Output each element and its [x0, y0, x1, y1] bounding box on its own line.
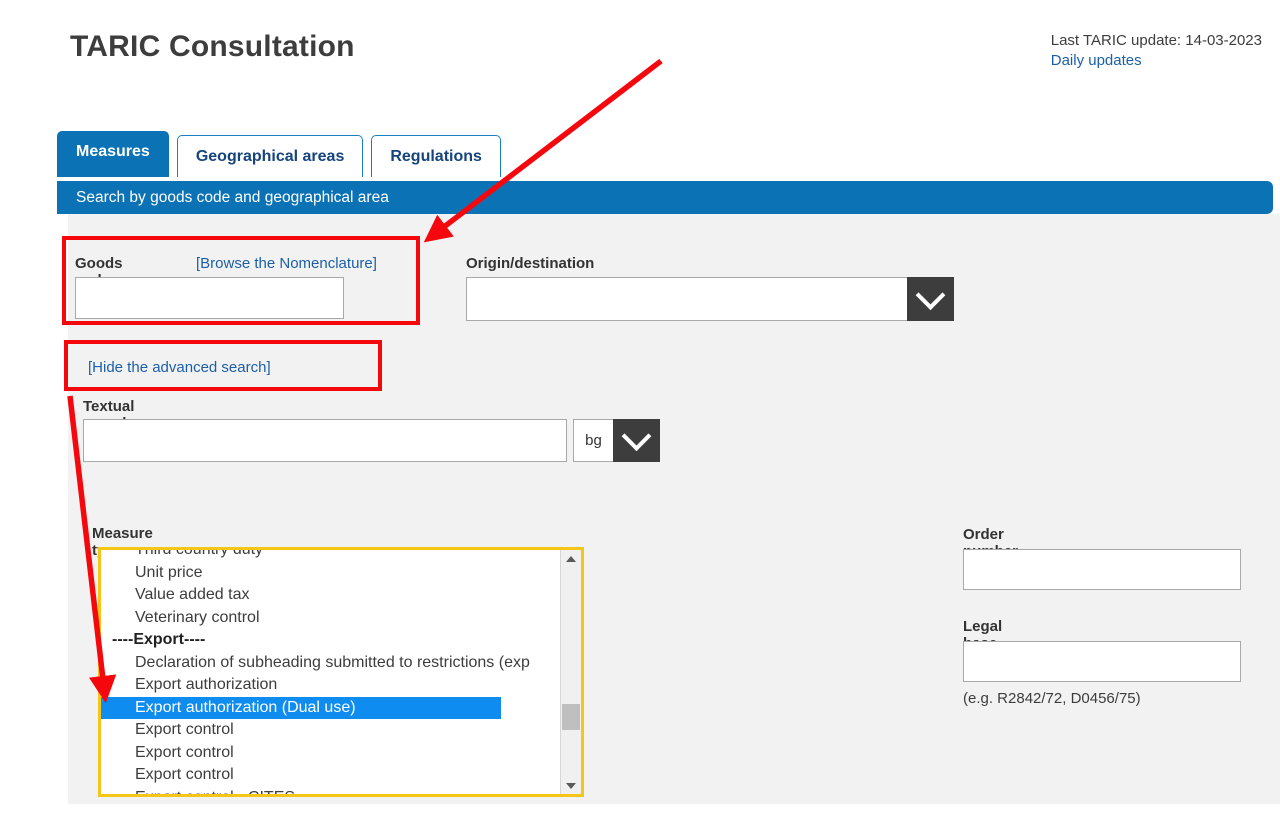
triangle-up-icon[interactable] — [561, 550, 581, 567]
measure-type-option[interactable]: Export control - CITES — [101, 787, 560, 795]
measure-type-option-list: Third country duty Unit price Value added … — [101, 550, 560, 795]
origin-destination-input[interactable] — [466, 277, 907, 321]
measure-type-option[interactable]: Declaration of subheading submitted to r… — [101, 652, 560, 675]
legal-base-hint: (e.g. R2842/72, D0456/75) — [963, 690, 1141, 707]
origin-destination-label: Origin/destination — [466, 255, 595, 272]
search-form-panel: Goods code [Browse the Nomenclature] Ori… — [68, 214, 1280, 804]
measure-type-option[interactable]: Export control — [101, 764, 560, 787]
hide-advanced-search-link[interactable]: [Hide the advanced search] — [88, 359, 271, 376]
daily-updates-link[interactable]: Daily updates — [1051, 51, 1262, 71]
textual-search-input[interactable] — [83, 419, 567, 462]
measure-type-listbox[interactable]: Third country duty Unit price Value added … — [98, 547, 584, 797]
measure-type-option[interactable]: Export authorization — [101, 674, 560, 697]
measure-type-option[interactable]: Value added tax — [101, 584, 560, 607]
tab-regulations[interactable]: Regulations — [371, 135, 501, 177]
last-update-label: Last TARIC update: — [1050, 32, 1182, 49]
measure-type-scrollbar[interactable] — [560, 550, 581, 794]
measure-type-option[interactable]: Export control — [101, 719, 560, 742]
order-number-input[interactable] — [963, 549, 1241, 590]
search-section-title: Search by goods code and geographical ar… — [57, 181, 1273, 214]
chevron-down-icon — [915, 279, 946, 310]
tab-measures[interactable]: Measures — [57, 131, 169, 177]
triangle-down-icon[interactable] — [561, 777, 581, 794]
scrollbar-thumb[interactable] — [562, 704, 580, 730]
measure-type-option[interactable]: Export control — [101, 742, 560, 765]
page-title: TARIC Consultation — [70, 30, 355, 63]
origin-destination-dropdown-button[interactable] — [907, 277, 954, 321]
measure-type-option[interactable]: Unit price — [101, 562, 560, 585]
chevron-down-icon — [621, 421, 652, 452]
browse-nomenclature-link[interactable]: [Browse the Nomenclature] — [196, 255, 377, 272]
measure-type-option[interactable]: ----Export---- — [101, 629, 560, 652]
language-value: bg — [573, 419, 613, 462]
measure-type-option[interactable]: Third country duty — [101, 550, 560, 562]
measure-type-option[interactable]: Veterinary control — [101, 607, 560, 630]
last-update-block: Last TARIC update: 14-03-2023 Daily upda… — [1051, 31, 1262, 71]
legal-base-input[interactable] — [963, 641, 1241, 682]
measure-type-option-selected[interactable]: Export authorization (Dual use) — [101, 696, 501, 719]
textual-search-row: bg — [83, 419, 660, 462]
tab-bar: Measures Geographical areas Regulations — [57, 131, 501, 177]
language-select[interactable]: bg — [573, 419, 660, 462]
language-dropdown-button[interactable] — [613, 419, 660, 462]
last-update-date: 14-03-2023 — [1185, 32, 1262, 49]
goods-code-input[interactable] — [75, 277, 344, 319]
tab-geographical-areas[interactable]: Geographical areas — [176, 135, 364, 177]
origin-destination-select[interactable] — [466, 277, 954, 321]
